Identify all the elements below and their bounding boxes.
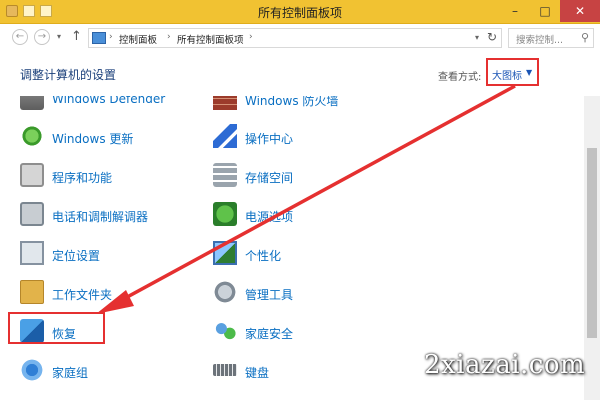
- gear-icon: [213, 280, 237, 304]
- maximize-button[interactable]: □: [530, 0, 560, 22]
- item-keyboard[interactable]: 键盘: [213, 353, 403, 389]
- item-windows-firewall[interactable]: Windows 防火墙: [213, 96, 403, 117]
- close-button[interactable]: ✕: [560, 0, 600, 22]
- item-power-options[interactable]: 电源选项: [213, 197, 403, 233]
- forward-button[interactable]: →: [34, 29, 50, 45]
- item-label: 家庭组: [52, 366, 89, 380]
- personalization-icon: [213, 241, 237, 265]
- shield-icon: [20, 96, 44, 110]
- chevron-down-icon[interactable]: ▼: [526, 68, 532, 77]
- item-label: 键盘: [245, 366, 270, 380]
- item-work-folders[interactable]: 工作文件夹: [20, 275, 210, 311]
- item-label: 个性化: [245, 249, 282, 263]
- address-bar-row: ← → ▾ ↑ › 控制面板 › 所有控制面板项 › ▾ ↻ 搜索控制... ⚲: [0, 24, 600, 52]
- search-placeholder: 搜索控制...: [516, 35, 564, 46]
- chevron-right-icon[interactable]: ›: [109, 32, 113, 42]
- item-label: 定位设置: [52, 249, 101, 263]
- homegroup-icon: [20, 358, 44, 382]
- item-admin-tools[interactable]: 管理工具: [213, 275, 403, 311]
- update-icon: [20, 124, 44, 148]
- item-homegroup[interactable]: 家庭组: [20, 353, 210, 389]
- chevron-down-icon[interactable]: ▾: [475, 33, 479, 42]
- phone-icon: [20, 202, 44, 226]
- item-family-safety[interactable]: 家庭安全: [213, 314, 403, 350]
- chevron-right-icon[interactable]: ›: [249, 32, 253, 42]
- watermark: 2xiazai.com: [424, 350, 586, 380]
- refresh-icon[interactable]: ↻: [487, 30, 497, 44]
- item-programs-features[interactable]: 程序和功能: [20, 158, 210, 194]
- item-location-settings[interactable]: 定位设置: [20, 236, 210, 272]
- item-action-center[interactable]: 操作中心: [213, 119, 403, 155]
- up-button[interactable]: ↑: [71, 29, 82, 44]
- recent-locations-icon[interactable]: ▾: [57, 32, 61, 41]
- battery-icon: [213, 202, 237, 226]
- back-button[interactable]: ←: [12, 29, 28, 45]
- firewall-icon: [213, 96, 237, 110]
- breadcrumb-control-panel[interactable]: 控制面板: [119, 32, 157, 46]
- item-label: 管理工具: [245, 288, 294, 302]
- flag-icon: [213, 124, 237, 148]
- storage-icon: [213, 163, 237, 187]
- item-label: Windows 更新: [52, 132, 134, 146]
- item-label: Windows 防火墙: [245, 96, 339, 108]
- item-phone-modem[interactable]: 电话和调制解调器: [20, 197, 210, 233]
- vertical-scrollbar[interactable]: [584, 96, 600, 400]
- programs-icon: [20, 163, 44, 187]
- item-windows-update[interactable]: Windows 更新: [20, 119, 210, 155]
- item-label: 家庭安全: [245, 327, 294, 341]
- item-label: 工作文件夹: [52, 288, 113, 302]
- recovery-highlight-box: [8, 312, 105, 344]
- item-windows-defender[interactable]: Windows Defender: [20, 96, 210, 117]
- chevron-right-icon[interactable]: ›: [167, 32, 171, 42]
- search-icon[interactable]: ⚲: [581, 31, 589, 44]
- item-label: 程序和功能: [52, 171, 113, 185]
- item-label: Windows Defender: [52, 96, 166, 106]
- item-label: 存储空间: [245, 171, 294, 185]
- scrollbar-thumb[interactable]: [587, 148, 597, 338]
- address-field[interactable]: › 控制面板 › 所有控制面板项 › ▾ ↻: [88, 28, 502, 48]
- family-icon: [213, 319, 237, 343]
- item-personalization[interactable]: 个性化: [213, 236, 403, 272]
- minimize-button[interactable]: –: [500, 0, 530, 22]
- item-label: 操作中心: [245, 132, 294, 146]
- search-input[interactable]: 搜索控制... ⚲: [508, 28, 594, 48]
- item-label: 电源选项: [245, 210, 294, 224]
- item-storage-spaces[interactable]: 存储空间: [213, 158, 403, 194]
- control-panel-icon: [92, 32, 106, 44]
- page-title: 调整计算机的设置: [20, 68, 117, 82]
- view-by-value[interactable]: 大图标: [492, 67, 522, 82]
- keyboard-icon: [213, 364, 237, 376]
- breadcrumb-all-items[interactable]: 所有控制面板项: [177, 32, 244, 46]
- title-bar: 所有控制面板项 – □ ✕: [0, 0, 600, 24]
- item-label: 电话和调制解调器: [52, 210, 149, 224]
- location-icon: [20, 241, 44, 265]
- view-by-label: 查看方式:: [438, 72, 482, 83]
- view-by-dropdown[interactable]: 大图标 ▼: [486, 58, 539, 86]
- window-controls: – □ ✕: [500, 0, 600, 22]
- folder-icon: [20, 280, 44, 304]
